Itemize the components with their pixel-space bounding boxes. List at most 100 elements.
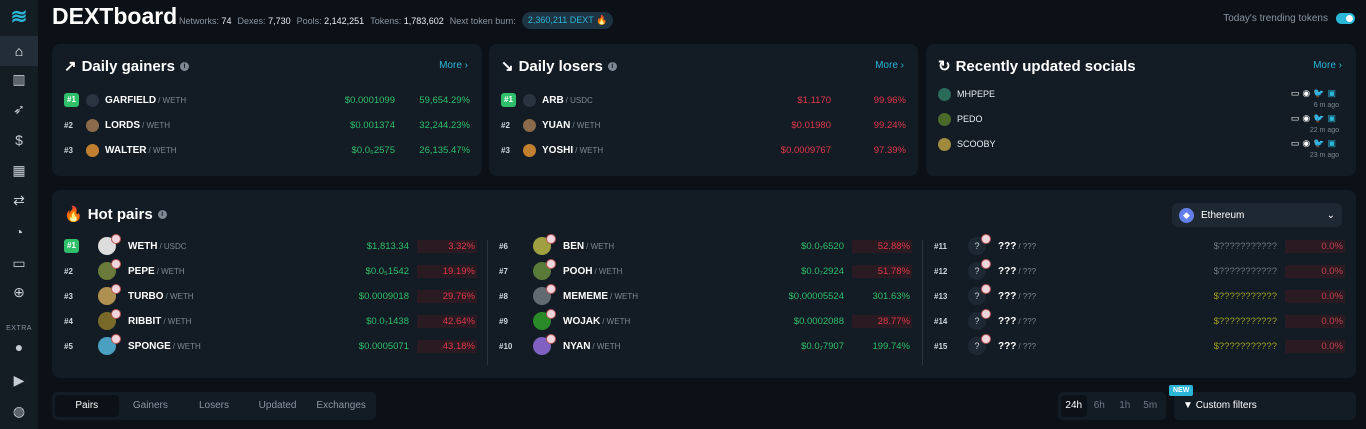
globe-icon[interactable]: ◍ (0, 396, 38, 426)
social-row[interactable]: MHPEPE (938, 85, 995, 103)
socials-more-link[interactable]: More › (1313, 60, 1342, 71)
updated-time: 6 m ago (1313, 102, 1339, 109)
telegram-icon[interactable]: ◉ (1302, 113, 1313, 123)
token-name: WETH (128, 240, 158, 252)
trending-down-icon: ↘ (501, 58, 514, 75)
table-row[interactable]: #2 LORDS / WETH $0.001374 32,244.23% (64, 116, 470, 134)
timeframe-1h[interactable]: 1h (1112, 395, 1138, 417)
tab-updated[interactable]: Updated (246, 395, 310, 417)
gainers-title: Daily gainers (81, 57, 175, 75)
trending-toggle[interactable] (1336, 13, 1355, 24)
token-name: POOH (563, 265, 593, 277)
pair-row[interactable]: #2 PEPE / WETH $0.0₅1542 19.19% (64, 259, 477, 281)
pair-row[interactable]: #9 WOJAK / WETH $0.0002088 28.77% (499, 309, 912, 331)
custom-filters-label: Custom filters (1195, 400, 1257, 411)
social-row[interactable]: SCOOBY (938, 135, 996, 153)
rank-label: #3 (64, 145, 73, 155)
burn-badge[interactable]: 2,360,211 DEXT 🔥 (521, 12, 614, 29)
pair-row[interactable]: #7 POOH / WETH $0.0₇2924 51.78% (499, 259, 912, 281)
charts-icon[interactable]: ▥ (0, 64, 38, 94)
youtube-icon[interactable]: ▶ (0, 365, 38, 395)
quote-token: / WETH (594, 266, 623, 276)
dollar-icon[interactable]: $ (0, 125, 38, 155)
header-stats: Networks: 74 Dexes: 7,730 Pools: 2,142,251… (179, 12, 614, 29)
rank-label: #1 (501, 93, 516, 107)
losers-title: Daily losers (518, 57, 603, 75)
pair-row[interactable]: #15???? / ??? $??????????? 0.0% (934, 334, 1345, 356)
info-icon[interactable]: i (157, 209, 167, 219)
change-percent: 97.39% (873, 144, 906, 156)
pair-row[interactable]: #6 BEN / WETH $0.0₇6520 52.88% (499, 234, 912, 256)
info-card-icon[interactable]: ▣ (1327, 113, 1339, 123)
twitter-icon[interactable]: 🐦 (1313, 138, 1327, 148)
telegram-icon[interactable]: ◉ (1302, 88, 1313, 98)
swap-icon[interactable]: ⇄ (0, 185, 38, 215)
pair-row[interactable]: #1 WETH / USDC $1,813.34 3.32% (64, 234, 477, 256)
info-icon[interactable]: i (607, 61, 617, 71)
rank-label: #12 (934, 266, 948, 276)
header-stat: Dexes: 7,730 (238, 16, 291, 26)
gainers-more-link[interactable]: More › (439, 60, 468, 71)
custom-filters-button[interactable]: ▼ Custom filters (1174, 392, 1356, 420)
quote-token: / WETH (610, 291, 638, 301)
telegram-icon[interactable]: ◉ (1302, 138, 1313, 148)
table-row[interactable]: #2 YUAN / WETH $0.01980 99.24% (501, 116, 906, 134)
info-icon[interactable]: i (179, 61, 189, 71)
stat-label: Tokens: (370, 15, 402, 26)
website-icon[interactable]: ▭ (1291, 138, 1303, 148)
rank-label: #7 (499, 266, 508, 276)
rocket-icon[interactable]: ➶ (0, 94, 38, 124)
change-percent: 29.76% (417, 289, 477, 303)
change-percent: 32,244.23% (419, 119, 470, 131)
token-avatar (86, 93, 99, 107)
quote-token: / WETH (165, 291, 194, 301)
social-row[interactable]: PEDO (938, 110, 983, 128)
twitter-icon[interactable]: 🐦 (1313, 113, 1327, 123)
pair-row[interactable]: #11???? / ??? $??????????? 0.0% (934, 234, 1345, 256)
dextools-logo-icon[interactable]: ≋ (6, 6, 32, 28)
website-icon[interactable]: ▭ (1291, 113, 1303, 123)
quote-token: / WETH (156, 266, 185, 276)
website-icon[interactable]: ▭ (1291, 88, 1303, 98)
plus-icon[interactable]: ⊕ (0, 277, 38, 307)
change-percent: 52.88% (852, 239, 912, 253)
twitter-icon[interactable]: 🐦 (1313, 88, 1327, 98)
tab-exchanges[interactable]: Exchanges (309, 395, 373, 417)
pair-row[interactable]: #12???? / ??? $??????????? 0.0% (934, 259, 1345, 281)
timeframe-24h[interactable]: 24h (1061, 395, 1087, 417)
table-row[interactable]: #3 WALTER / WETH $0.0₆2575 26,135.47% (64, 141, 470, 159)
pair-row[interactable]: #3 TURBO / WETH $0.0009018 29.76% (64, 284, 477, 306)
tab-losers[interactable]: Losers (182, 395, 246, 417)
table-row[interactable]: #1 ARB / USDC $1.1170 99.96% (501, 91, 906, 109)
price: $??????????? (1213, 315, 1277, 327)
timeframe-6h[interactable]: 6h (1087, 395, 1113, 417)
rank-label: #3 (501, 145, 510, 155)
pair-row[interactable]: #14???? / ??? $??????????? 0.0% (934, 309, 1345, 331)
pair-row[interactable]: #13???? / ??? $??????????? 0.0% (934, 284, 1345, 306)
network-select[interactable]: ◆ Ethereum ⌄ (1172, 203, 1342, 227)
table-row[interactable]: #1 GARFIELD / WETH $0.0001099 59,654.29% (64, 91, 470, 109)
home-icon[interactable]: ⌂ (0, 36, 38, 66)
quote-token: / WETH (163, 316, 192, 326)
table-row[interactable]: #3 YOSHI / WETH $0.0009767 97.39% (501, 141, 906, 159)
header-stat: Networks: 74 (179, 16, 232, 26)
pair-row[interactable]: #8 MEMEME / WETH $0.00005524 301.63% (499, 284, 912, 306)
info-card-icon[interactable]: ▣ (1327, 138, 1339, 148)
info-card-icon[interactable]: ▣ (1327, 88, 1339, 98)
pair-row[interactable]: #4 RIBBIT / WETH $0.0₇1438 42.64% (64, 309, 477, 331)
fire-icon[interactable]: ● (0, 332, 38, 362)
socials-card: ↻ Recently updated socials More › MHPEPE ▭… (926, 44, 1356, 176)
tab-pairs[interactable]: Pairs (55, 395, 119, 417)
quote-token: / USDC (565, 95, 593, 105)
header-stat: Tokens: 1,783,602 (370, 16, 444, 26)
pair-row[interactable]: #5 SPONGE / WETH $0.0005071 43.18% (64, 334, 477, 356)
timeframe-5m[interactable]: 5m (1138, 395, 1164, 417)
tab-gainers[interactable]: Gainers (119, 395, 183, 417)
pair-row[interactable]: #10 NYAN / WETH $0.0₇7907 199.74% (499, 334, 912, 356)
pie-icon[interactable]: ◔ (0, 217, 38, 247)
losers-more-link[interactable]: More › (875, 60, 904, 71)
rank-label: #5 (64, 341, 73, 351)
wallet-icon[interactable]: ▭ (0, 248, 38, 278)
socials-title: Recently updated socials (955, 57, 1136, 75)
apps-icon[interactable]: ▦ (0, 155, 38, 185)
